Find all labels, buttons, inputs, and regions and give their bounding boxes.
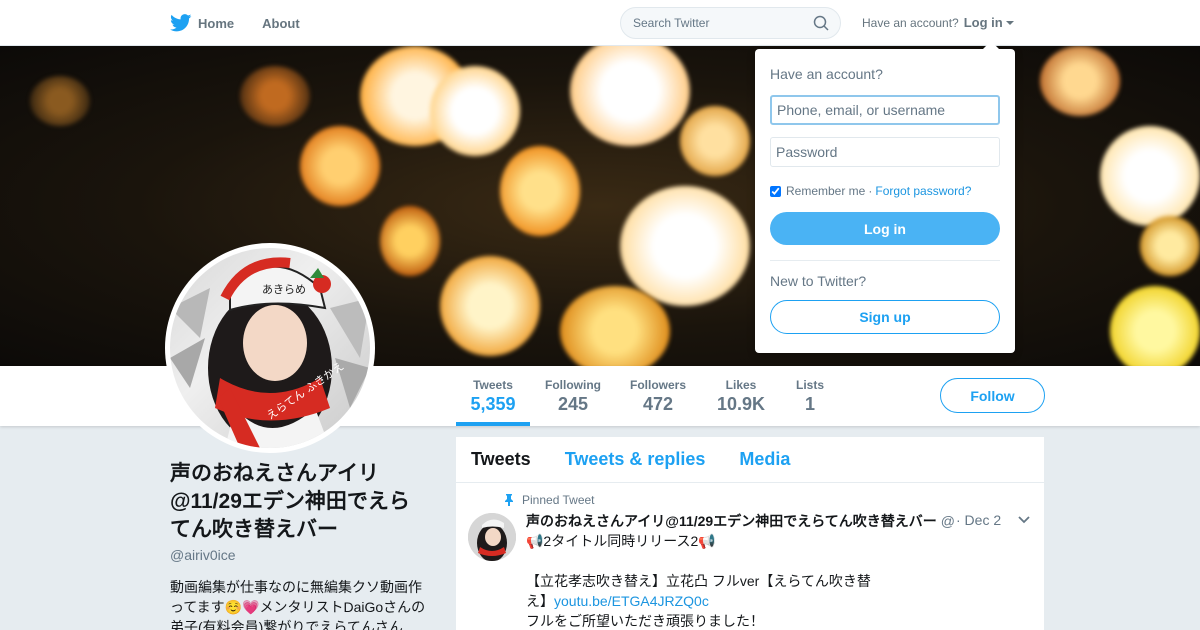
about-link[interactable]: About — [262, 16, 300, 31]
tab-media[interactable]: Media — [739, 449, 790, 470]
nav-left: Home About — [170, 0, 328, 46]
tweet-link[interactable]: youtu.be/ETGA4JRZQ0c — [554, 593, 709, 609]
signup-button[interactable]: Sign up — [770, 300, 1000, 334]
bokeh-light — [680, 106, 750, 176]
stat-value: 10.9K — [716, 394, 766, 414]
login-button[interactable]: Log in — [770, 212, 1000, 245]
home-link[interactable]: Home — [170, 14, 234, 32]
stat-label: Followers — [629, 378, 686, 392]
tweet-avatar-image — [468, 513, 516, 561]
forgot-password-link[interactable]: Forgot password? — [875, 184, 971, 198]
avatar-hat-text: あきらめ — [262, 283, 306, 296]
tab-tweets-replies[interactable]: Tweets & replies — [565, 449, 706, 470]
profile-bio: 動画編集が仕事なのに無編集クソ動画作ってます☺️💗メンタリストDaiGoさんの弟… — [170, 579, 426, 630]
login-menu-label: Log in — [963, 15, 1003, 30]
stat-followers[interactable]: Followers 472 — [625, 378, 691, 415]
chevron-down-icon[interactable] — [1018, 516, 1030, 524]
tweet-line-prefix: え】 — [526, 593, 554, 609]
stat-value: 472 — [642, 394, 674, 414]
bokeh-light — [30, 76, 90, 126]
profile-handle[interactable]: @airiv0ice — [170, 547, 236, 563]
bokeh-light — [380, 206, 440, 276]
avatar-illustration: あきらめ えらてん ふきかえ — [170, 257, 370, 448]
stat-label: Following — [545, 378, 601, 392]
tab-tweets[interactable]: Tweets — [471, 449, 531, 470]
stat-value: 245 — [557, 394, 589, 414]
timeline: Tweets Tweets & replies Media Pinned Twe… — [456, 437, 1044, 630]
stat-label: Likes — [725, 378, 757, 392]
pinned-indicator: Pinned Tweet — [504, 493, 595, 507]
password-field[interactable] — [770, 137, 1000, 167]
stat-label: Lists — [795, 378, 824, 392]
dropdown-title: Have an account? — [770, 66, 883, 82]
tweet-author-name[interactable]: 声のおねえさんアイリ@11/29エデン神田でえらてん吹き替えバー — [526, 513, 937, 529]
tweet-header: 声のおねえさんアイリ@11/29エデン神田でえらてん吹き替えバー @ — [526, 511, 955, 531]
tweet-avatar[interactable] — [468, 513, 516, 561]
search-box[interactable] — [620, 7, 841, 39]
bokeh-light — [560, 286, 670, 366]
search-input[interactable] — [621, 8, 801, 38]
tweet-line: フルをご所望いただき頑張りました！ — [526, 613, 764, 629]
follow-button[interactable]: Follow — [940, 378, 1045, 413]
tweet-line: 【立花孝志吹き替え】立花凸 フルver【えらてん吹き替 — [526, 573, 871, 589]
stat-value: 1 — [804, 394, 815, 414]
pin-icon — [505, 494, 513, 506]
login-dropdown: Have an account? Remember me · Forgot pa… — [755, 41, 1015, 353]
avatar-image: あきらめ えらてん ふきかえ — [170, 248, 370, 448]
new-to-twitter-text: New to Twitter? — [770, 273, 867, 289]
bokeh-light — [1040, 46, 1120, 116]
bokeh-light — [500, 146, 580, 236]
login-menu-button[interactable]: Log in — [964, 15, 1014, 30]
bokeh-light — [300, 126, 380, 206]
tweet-author-handle[interactable]: @ — [941, 513, 955, 529]
account-prompt: Have an account? Log in — [862, 15, 1014, 30]
about-label: About — [262, 15, 300, 31]
tweet-line: 📢2タイトル同時リリース2📢 — [526, 533, 716, 549]
home-label: Home — [198, 15, 235, 31]
bokeh-light — [570, 46, 690, 146]
chevron-down-icon — [1005, 20, 1014, 25]
profile-name: 声のおねえさんアイリ@11/29エデン神田でえらてん吹き替えバー — [170, 462, 410, 541]
stat-value: 5,359 — [470, 394, 516, 414]
twitter-bird-icon — [170, 14, 192, 32]
separator: · — [868, 184, 873, 198]
stat-lists[interactable]: Lists 1 — [790, 378, 830, 415]
username-field[interactable] — [770, 95, 1000, 125]
remember-me-label: Remember me — [786, 184, 866, 198]
bokeh-light — [240, 66, 310, 126]
pinned-tweet[interactable]: Pinned Tweet 声のおねえさんアイリ@11/29エデン神田でえらてん吹… — [456, 483, 1044, 630]
tweet-date[interactable]: · Dec 2 — [956, 512, 1001, 528]
search-icon[interactable] — [813, 15, 829, 31]
bokeh-light — [430, 66, 520, 156]
stat-tweets[interactable]: Tweets 5,359 — [456, 378, 530, 415]
stat-label: Tweets — [473, 378, 513, 392]
top-navigation-bar: Home About Have an account? Log in — [0, 0, 1200, 46]
bokeh-light — [1140, 216, 1200, 276]
bokeh-light — [620, 186, 750, 306]
profile-avatar[interactable]: あきらめ えらてん ふきかえ — [165, 243, 375, 453]
active-stat-underline — [456, 422, 530, 426]
have-account-text: Have an account? — [862, 15, 959, 30]
bokeh-light — [1110, 286, 1200, 366]
tweet-text: 📢2タイトル同時リリース2📢 【立花孝志吹き替え】立花凸 フルver【えらてん吹… — [526, 531, 926, 630]
timeline-tabs: Tweets Tweets & replies Media — [456, 437, 1044, 483]
pinned-label: Pinned Tweet — [522, 493, 595, 507]
stat-likes[interactable]: Likes 10.9K — [710, 378, 772, 415]
divider — [770, 260, 1000, 261]
bokeh-light — [1100, 126, 1200, 226]
stat-following[interactable]: Following 245 — [540, 378, 606, 415]
tweet-line-with-link: え】youtu.be/ETGA4JRZQ0c — [526, 591, 926, 611]
remember-me-checkbox[interactable] — [770, 185, 781, 197]
bokeh-light — [440, 256, 540, 356]
remember-me-row: Remember me · Forgot password? — [770, 184, 971, 198]
